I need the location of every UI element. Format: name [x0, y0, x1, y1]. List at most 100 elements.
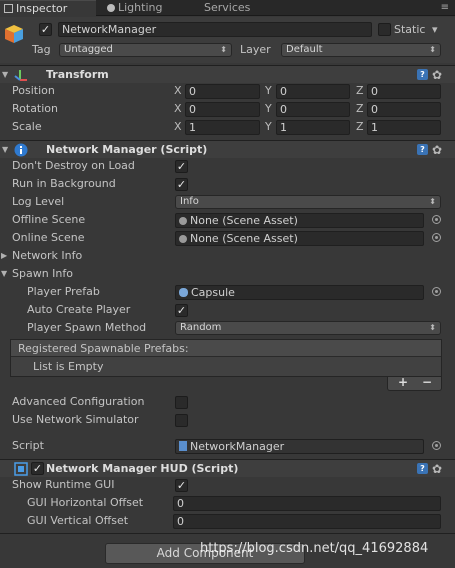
chevron-down-icon: ⬍ [429, 45, 436, 54]
h-offset-field[interactable]: 0 [173, 496, 441, 511]
show-gui-label: Show Runtime GUI [12, 478, 115, 491]
lighting-icon [107, 4, 115, 12]
tag-label: Tag [32, 43, 51, 56]
gameobject-cube-icon [4, 24, 24, 44]
static-checkbox[interactable] [378, 23, 391, 36]
layer-label: Layer [240, 43, 271, 56]
online-scene-field[interactable]: None (Scene Asset) [175, 231, 424, 246]
auto-create-label: Auto Create Player [27, 303, 131, 316]
help-book-icon[interactable]: ? [417, 463, 428, 474]
v-offset-label: GUI Vertical Offset [27, 514, 129, 527]
auto-create-checkbox[interactable]: ✓ [175, 304, 188, 317]
h-offset-row: GUI Horizontal Offset 0 [0, 494, 455, 512]
position-x-field[interactable]: 0 [185, 84, 260, 99]
object-picker-icon[interactable] [432, 215, 441, 224]
object-picker-icon[interactable] [432, 287, 441, 296]
position-y-field[interactable]: 0 [276, 84, 350, 99]
position-row: Position X 0 Y 0 Z 0 [0, 82, 455, 100]
network-simulator-checkbox[interactable] [175, 414, 188, 427]
y-label[interactable]: Y [265, 118, 272, 136]
registered-prefabs-list: Registered Spawnable Prefabs: List is Em… [10, 339, 442, 377]
spawn-info-label[interactable]: Spawn Info [12, 265, 73, 283]
dont-destroy-row: Don't Destroy on Load ✓ [0, 157, 455, 175]
watermark-text: https://blog.csdn.net/qq_41692884 [200, 541, 429, 556]
rotation-row: Rotation X 0 Y 0 Z 0 [0, 100, 455, 118]
x-label[interactable]: X [174, 82, 182, 100]
x-label[interactable]: X [174, 118, 182, 136]
tab-services[interactable]: Services [204, 0, 274, 16]
rotation-z-field[interactable]: 0 [367, 102, 441, 117]
network-simulator-label: Use Network Simulator [12, 413, 139, 426]
transform-header[interactable]: ▼ Transform ? ✿ [0, 65, 455, 83]
offline-scene-field[interactable]: None (Scene Asset) [175, 213, 424, 228]
script-row: Script NetworkManager [0, 437, 455, 455]
rotation-x-field[interactable]: 0 [185, 102, 260, 117]
advanced-config-row: Advanced Configuration [0, 393, 455, 411]
spawn-info-row[interactable]: ▼ Spawn Info [0, 265, 455, 283]
fold-open-icon[interactable]: ▼ [1, 265, 7, 283]
h-offset-label: GUI Horizontal Offset [27, 496, 144, 509]
scale-row: Scale X 1 Y 1 Z 1 [0, 118, 455, 136]
chevron-down-icon: ⬍ [429, 323, 436, 332]
show-gui-checkbox[interactable]: ✓ [175, 479, 188, 492]
tab-lighting[interactable]: Lighting [104, 0, 184, 16]
help-book-icon[interactable]: ? [417, 144, 428, 155]
object-picker-icon[interactable] [432, 233, 441, 242]
remove-item-button[interactable]: − [422, 375, 432, 389]
add-item-button[interactable]: + [398, 375, 408, 389]
tab-menu-icon[interactable]: ≡ [441, 0, 449, 15]
rotation-label: Rotation [12, 102, 59, 115]
y-label[interactable]: Y [265, 100, 272, 118]
list-empty-text: List is Empty [33, 360, 104, 373]
dont-destroy-label: Don't Destroy on Load [12, 159, 135, 172]
hud-enabled-checkbox[interactable]: ✓ [31, 462, 44, 475]
dont-destroy-checkbox[interactable]: ✓ [175, 160, 188, 173]
inspector-icon [4, 4, 13, 13]
fold-closed-icon[interactable]: ▶ [1, 247, 7, 265]
static-dropdown-arrow-icon[interactable]: ▾ [432, 21, 438, 39]
object-header: ✓ NetworkManager Static ▾ Tag Untagged ⬍ … [0, 17, 455, 63]
static-label: Static [394, 23, 426, 36]
hud-component-icon [14, 462, 28, 476]
divider [0, 533, 455, 534]
help-book-icon[interactable]: ? [417, 69, 428, 80]
network-simulator-row: Use Network Simulator [0, 411, 455, 429]
z-label[interactable]: Z [356, 100, 364, 118]
scale-x-field[interactable]: 1 [185, 120, 260, 135]
scale-z-field[interactable]: 1 [367, 120, 441, 135]
advanced-config-label: Advanced Configuration [12, 395, 145, 408]
player-prefab-row: Player Prefab Capsule [0, 283, 455, 301]
v-offset-field[interactable]: 0 [173, 514, 441, 529]
spawn-method-label: Player Spawn Method [27, 321, 147, 334]
transform-axes-icon [14, 68, 28, 82]
network-info-row[interactable]: ▶ Network Info [0, 247, 455, 265]
spawn-method-dropdown[interactable]: Random ⬍ [175, 321, 441, 335]
y-label[interactable]: Y [265, 82, 272, 100]
object-picker-icon[interactable] [432, 441, 441, 450]
scale-y-field[interactable]: 1 [276, 120, 350, 135]
network-info-label[interactable]: Network Info [12, 247, 82, 265]
tab-bar: Inspector Lighting Services ≡ [0, 0, 455, 16]
tab-inspector[interactable]: Inspector [0, 0, 96, 16]
network-manager-header[interactable]: ▼ Network Manager (Script) ? ✿ [0, 140, 455, 158]
position-z-field[interactable]: 0 [367, 84, 441, 99]
log-level-dropdown[interactable]: Info ⬍ [175, 195, 441, 209]
z-label[interactable]: Z [356, 82, 364, 100]
player-prefab-label: Player Prefab [27, 285, 100, 298]
object-name-field[interactable]: NetworkManager [58, 22, 372, 37]
script-label: Script [12, 439, 44, 452]
player-prefab-field[interactable]: Capsule [175, 285, 424, 300]
tag-dropdown[interactable]: Untagged ⬍ [59, 43, 232, 57]
spawn-method-row: Player Spawn Method Random ⬍ [0, 319, 455, 337]
x-label[interactable]: X [174, 100, 182, 118]
scene-asset-icon [179, 235, 187, 243]
network-hud-header[interactable]: ✓ Network Manager HUD (Script) ? ✿ [0, 459, 455, 477]
run-background-checkbox[interactable]: ✓ [175, 178, 188, 191]
advanced-config-checkbox[interactable] [175, 396, 188, 409]
active-checkbox[interactable]: ✓ [39, 23, 52, 36]
scale-label: Scale [12, 120, 42, 133]
z-label[interactable]: Z [356, 118, 364, 136]
rotation-y-field[interactable]: 0 [276, 102, 350, 117]
layer-dropdown[interactable]: Default ⬍ [281, 43, 441, 57]
script-field[interactable]: NetworkManager [175, 439, 424, 454]
